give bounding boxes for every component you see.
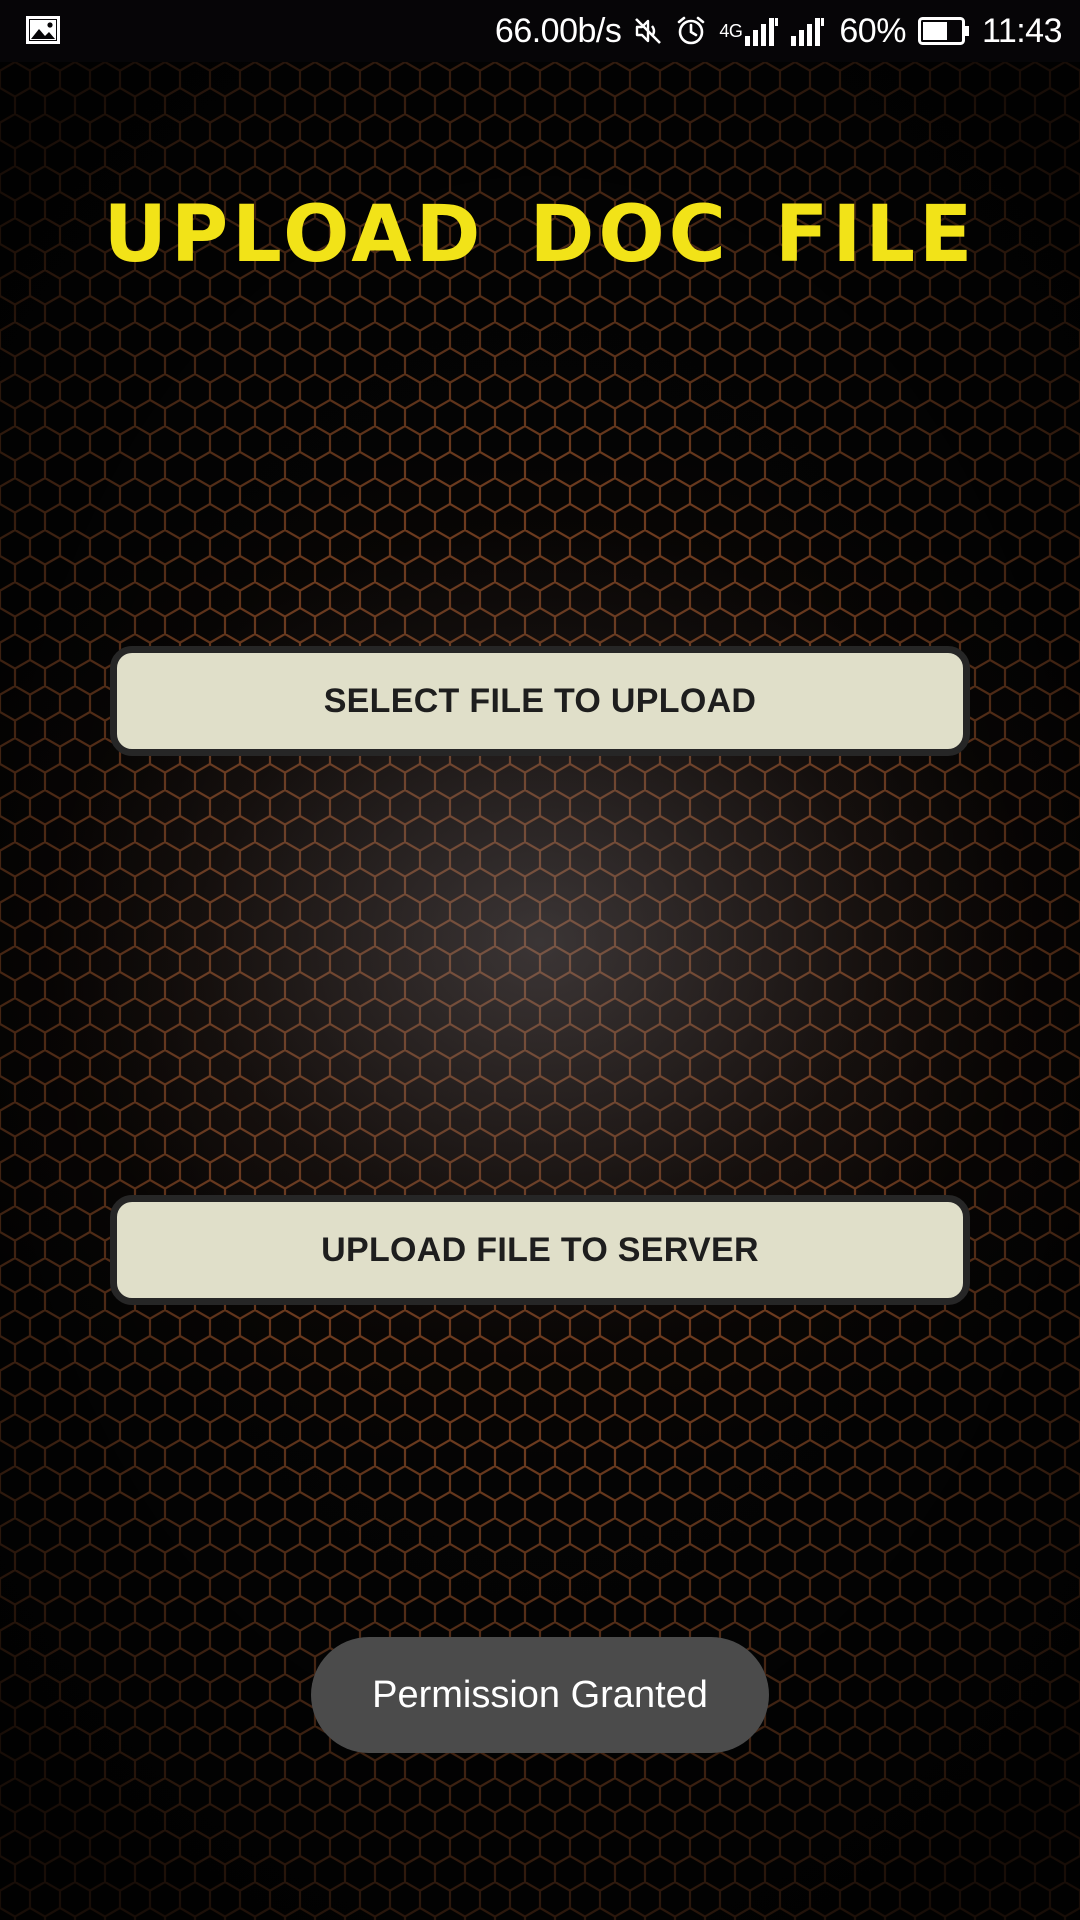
main-content: UPLOAD DOC FILE SELECT FILE TO UPLOAD UP… — [0, 62, 1080, 1920]
app-screen: 66.00b/s 4G 60% 11:43 UPLOAD DOC FILE SE… — [0, 0, 1080, 1920]
battery-percent: 60% — [839, 11, 906, 50]
mute-icon — [633, 16, 663, 46]
signal-icon — [745, 18, 779, 46]
select-file-button[interactable]: SELECT FILE TO UPLOAD — [110, 646, 970, 756]
alarm-icon — [675, 15, 707, 47]
status-bar: 66.00b/s 4G 60% 11:43 — [0, 0, 1080, 62]
upload-file-button-label: UPLOAD FILE TO SERVER — [321, 1230, 759, 1269]
network-type-signal: 4G — [719, 16, 779, 46]
battery-icon — [917, 17, 970, 45]
select-file-button-label: SELECT FILE TO UPLOAD — [323, 681, 757, 720]
image-icon — [26, 16, 60, 49]
signal-icon — [791, 16, 825, 46]
network-speed: 66.00b/s — [494, 11, 622, 50]
toast-text: Permission Granted — [372, 1673, 708, 1716]
network-type-label: 4G — [719, 20, 743, 41]
toast-message: Permission Granted — [311, 1637, 769, 1753]
page-title: UPLOAD DOC FILE — [103, 190, 977, 280]
status-indicators: 66.00b/s 4G 60% 11:43 — [494, 0, 1063, 62]
clock: 11:43 — [981, 11, 1063, 50]
upload-file-button[interactable]: UPLOAD FILE TO SERVER — [110, 1195, 970, 1305]
